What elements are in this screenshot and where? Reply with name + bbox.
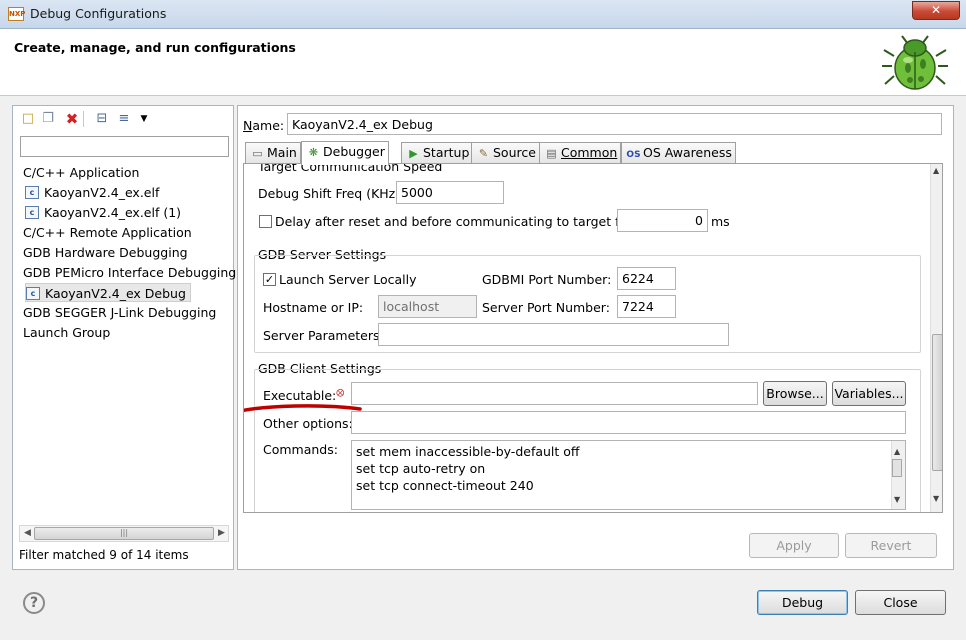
scroll-down-icon[interactable]: ▼ (933, 494, 939, 503)
scroll-up-icon[interactable]: ▲ (894, 443, 900, 460)
commands-textarea[interactable]: set mem inaccessible-by-default off set … (351, 440, 906, 510)
tab-startup[interactable]: ▶ Startup (401, 142, 474, 164)
browse-button[interactable]: Browse... (763, 381, 827, 406)
debug-button[interactable]: Debug (757, 590, 848, 615)
help-icon[interactable]: ? (23, 592, 45, 614)
other-options-input[interactable] (351, 411, 906, 434)
gdbmi-port-label: GDBMI Port Number: (482, 272, 612, 287)
tab-os-awareness[interactable]: OS OS Awareness (621, 142, 736, 164)
tree-item-label: KaoyanV2.4_ex.elf (1) (44, 205, 182, 220)
server-params-input[interactable] (378, 323, 729, 346)
collapse-all-icon[interactable]: ⊟ (95, 112, 109, 126)
filter-icon[interactable]: ≡ (117, 112, 131, 126)
filter-status: Filter matched 9 of 14 items (19, 548, 189, 562)
scroll-down-icon[interactable]: ▼ (894, 491, 900, 508)
tab-label: Main (267, 145, 297, 160)
tree-item-gdb-segger-jlink[interactable]: GDB SEGGER J-Link Debugging (23, 303, 216, 322)
name-label: Name: (243, 118, 285, 133)
title-bar: NXP Debug Configurations ✕ (0, 0, 966, 29)
tree-item-cpp-remote-application[interactable]: C/C++ Remote Application (23, 223, 192, 242)
delete-icon[interactable]: ✖ (65, 112, 79, 127)
hostname-label: Hostname or IP: (263, 300, 364, 315)
tree-item-kaoyan-elf[interactable]: c KaoyanV2.4_ex.elf (25, 183, 159, 202)
command-line: set tcp auto-retry on (356, 461, 486, 476)
tab-label: OS Awareness (643, 145, 732, 160)
tree-item-gdb-pemicro-debugging[interactable]: GDB PEMicro Interface Debugging (23, 263, 236, 282)
server-port-input[interactable]: 7224 (617, 295, 676, 318)
debugger-tab-content: Target Communication Speed Debug Shift F… (243, 163, 943, 513)
server-port-label: Server Port Number: (482, 300, 610, 315)
main-tab-icon: ▭ (252, 147, 263, 160)
configuration-editor-panel: Name: KaoyanV2.4_ex Debug ▭ Main ❋ Debugge… (237, 105, 954, 570)
shift-freq-input[interactable]: 5000 (396, 181, 504, 204)
common-icon: ▤ (546, 147, 557, 160)
tab-source[interactable]: ✎ Source (471, 142, 540, 164)
scroll-thumb[interactable] (892, 459, 902, 477)
tab-label: Common (561, 145, 618, 160)
configuration-name-input[interactable]: KaoyanV2.4_ex Debug (287, 113, 942, 135)
duplicate-icon[interactable]: ❐ (41, 112, 55, 126)
tree-item-label: KaoyanV2.4_ex Debug (45, 286, 186, 301)
scroll-up-icon[interactable]: ▲ (933, 166, 939, 175)
other-options-label: Other options: (263, 416, 353, 431)
executable-input[interactable] (351, 382, 758, 405)
tree-item-label: KaoyanV2.4_ex.elf (44, 185, 160, 200)
commands-label: Commands: (263, 442, 338, 457)
delay-label: Delay after reset and before communicati… (275, 214, 633, 229)
variables-button[interactable]: Variables... (832, 381, 906, 406)
tree-item-gdb-hardware-debugging[interactable]: GDB Hardware Debugging (23, 243, 188, 262)
tab-common[interactable]: ▤ Common (539, 142, 622, 164)
c-config-icon: c (26, 287, 40, 300)
tab-vertical-scrollbar[interactable]: ▲ ▼ (930, 164, 942, 512)
delay-checkbox[interactable] (259, 215, 272, 228)
source-icon: ✎ (478, 147, 489, 160)
server-params-label: Server Parameters: (263, 328, 384, 343)
window-title: Debug Configurations (30, 6, 167, 21)
os-icon: OS (626, 150, 641, 160)
tree-item-launch-group[interactable]: Launch Group (23, 323, 110, 342)
scroll-right-icon[interactable]: ▶ (218, 526, 225, 541)
bug-icon: ❋ (308, 146, 319, 159)
launch-server-checkbox[interactable]: ✓ (263, 273, 276, 286)
tab-label: Source (493, 145, 536, 160)
close-button[interactable]: Close (855, 590, 946, 615)
tab-main[interactable]: ▭ Main (245, 142, 301, 164)
tab-label: Debugger (323, 144, 385, 159)
new-config-icon[interactable]: □ (21, 112, 35, 126)
tree-horizontal-scrollbar[interactable]: ◀ ||| ▶ (19, 525, 229, 542)
tree-item-kaoyan-debug[interactable]: c KaoyanV2.4_ex Debug (25, 283, 191, 302)
command-line: set tcp connect-timeout 240 (356, 478, 534, 493)
error-marker-icon: ⨂ (336, 388, 345, 397)
app-icon: NXP (8, 7, 25, 21)
hostname-input[interactable]: localhost (378, 295, 477, 318)
tab-debugger[interactable]: ❋ Debugger (301, 141, 389, 165)
launch-server-label: Launch Server Locally (279, 272, 417, 287)
dialog-header: Create, manage, and run configurations (0, 29, 966, 96)
scroll-thumb[interactable]: ||| (34, 527, 214, 540)
revert-button[interactable]: Revert (845, 533, 937, 558)
tree-item-cpp-application[interactable]: C/C++ Application (23, 163, 139, 182)
c-config-icon: c (25, 186, 39, 199)
apply-button[interactable]: Apply (749, 533, 839, 558)
debug-bug-icon (882, 35, 948, 90)
header-title: Create, manage, and run configurations (14, 40, 296, 55)
toolbar-separator (83, 111, 84, 127)
c-config-icon: c (25, 206, 39, 219)
configuration-tree-panel: □ ❐ ✖ ⊟ ≡ ▼ C/C++ Application c KaoyanV2… (12, 105, 236, 570)
tab-label: Startup (423, 145, 470, 160)
dropdown-icon[interactable]: ▼ (137, 112, 151, 126)
delay-unit: ms (711, 214, 730, 229)
delay-input[interactable]: 0 (617, 209, 708, 232)
command-line: set mem inaccessible-by-default off (356, 444, 580, 459)
window-close-button[interactable]: ✕ (912, 1, 960, 20)
shift-freq-label: Debug Shift Freq (KHz) (258, 186, 401, 201)
scroll-thumb[interactable] (932, 334, 942, 471)
tree-item-kaoyan-elf-1[interactable]: c KaoyanV2.4_ex.elf (1) (25, 203, 181, 222)
filter-input[interactable] (20, 136, 229, 157)
gdbmi-port-input[interactable]: 6224 (617, 267, 676, 290)
scroll-left-icon[interactable]: ◀ (24, 526, 31, 541)
run-icon: ▶ (409, 147, 418, 160)
